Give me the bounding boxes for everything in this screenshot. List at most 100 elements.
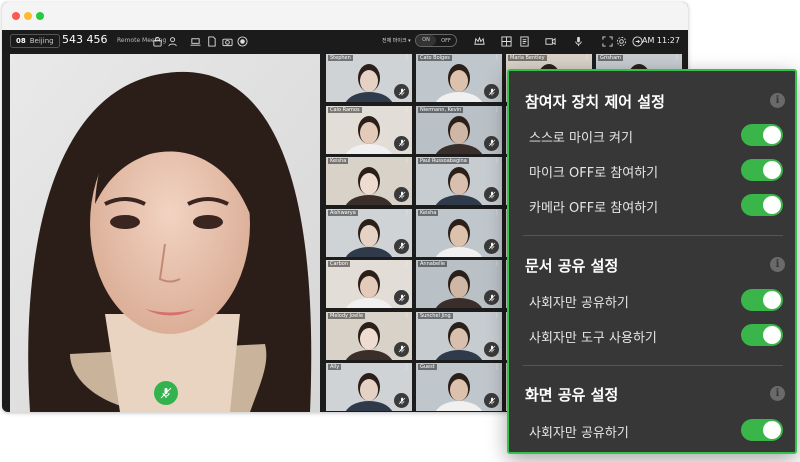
maximize-window-button[interactable] (36, 12, 44, 20)
more-options-icon[interactable]: ⋮ (494, 106, 500, 113)
more-options-icon[interactable]: ⋮ (404, 54, 410, 61)
more-options-icon[interactable]: ⋮ (404, 157, 410, 164)
section-title-device-control: 참여자 장치 제어 설정 (525, 93, 665, 111)
participant-tile[interactable]: Niermann, Kevin ⋮ (416, 105, 502, 154)
toggle-knob (763, 421, 781, 439)
participant-tile[interactable]: Stephen ⋮ (326, 54, 412, 102)
more-options-icon[interactable]: ⋮ (494, 209, 500, 216)
section-title-document-share: 문서 공유 설정 (525, 257, 619, 275)
mic-muted-icon[interactable] (394, 238, 409, 254)
mic-muted-icon[interactable] (394, 341, 409, 357)
camera-icon[interactable] (220, 34, 234, 48)
toggle-host-only-share[interactable] (741, 289, 783, 311)
participant-tile[interactable]: Paul Russoabagina ⋮ (416, 157, 502, 205)
more-options-icon[interactable]: ⋮ (494, 363, 500, 370)
more-options-icon[interactable]: ⋮ (494, 54, 500, 61)
user-lock-icon[interactable] (166, 34, 180, 48)
info-icon[interactable]: i (770, 257, 785, 272)
divider (523, 365, 783, 366)
mic-muted-icon[interactable] (484, 393, 499, 408)
timezone-number: 08 (16, 37, 26, 45)
mic-muted-icon (160, 387, 172, 399)
more-options-icon[interactable]: ⋮ (494, 260, 500, 267)
more-options-icon[interactable]: ⋮ (404, 260, 410, 267)
room-id: 543 456 (62, 33, 108, 46)
toggle-off-option[interactable]: OFF (436, 38, 456, 44)
setting-label-join-mic-off: 마이크 OFF로 참여하기 (529, 166, 659, 181)
setting-label-self-mic-on: 스스로 마이크 켜기 (529, 131, 633, 146)
crown-icon[interactable] (472, 34, 486, 48)
info-icon[interactable]: i (770, 93, 785, 108)
mic-all-dropdown[interactable]: 전체 마이크 ▾ (382, 37, 411, 44)
more-options-icon[interactable]: ⋮ (404, 312, 410, 319)
section-title-screen-share: 화면 공유 설정 (525, 386, 619, 404)
close-window-button[interactable] (12, 12, 20, 20)
participant-tile[interactable]: Keisha ⋮ (416, 208, 502, 257)
record-icon[interactable] (235, 34, 249, 48)
toggle-join-mic-off[interactable] (741, 159, 783, 181)
document-icon[interactable] (204, 34, 218, 48)
mic-muted-icon[interactable] (394, 393, 409, 408)
timezone-city: Beijing (29, 37, 54, 45)
more-options-icon[interactable]: ⋮ (404, 209, 410, 216)
main-speaker-video[interactable] (10, 54, 320, 412)
speaker-mic-button[interactable] (154, 381, 178, 405)
participant-tile[interactable]: Annabelle ⋮ (416, 260, 502, 308)
participant-name: Carbon (328, 261, 351, 267)
mic-muted-icon[interactable] (484, 238, 499, 254)
divider (523, 235, 783, 236)
participant-tile[interactable]: Guest ⋮ (416, 363, 502, 411)
info-icon[interactable]: i (770, 386, 785, 401)
fullscreen-icon[interactable] (600, 34, 614, 48)
mic-muted-icon[interactable] (394, 84, 409, 99)
more-options-icon[interactable]: ⋮ (494, 157, 500, 164)
toggle-join-camera-off[interactable] (741, 194, 783, 216)
toggle-on-option[interactable]: ON (416, 35, 436, 46)
minimize-window-button[interactable] (24, 12, 32, 20)
mic-all-toggle[interactable]: ON OFF (415, 34, 457, 47)
mic-muted-icon[interactable] (484, 187, 499, 202)
participant-name: Guest (418, 364, 437, 370)
mic-muted-icon[interactable] (394, 187, 409, 202)
notes-icon[interactable] (517, 34, 531, 48)
toggle-host-only-screen-share[interactable] (741, 419, 783, 441)
participant-tile[interactable]: Aishwarya ⋮ (326, 208, 412, 257)
toggle-knob (763, 291, 781, 309)
setting-label-host-only-screen-share: 사회자만 공유하기 (529, 426, 629, 441)
mic-muted-icon[interactable] (484, 135, 499, 151)
more-options-icon[interactable]: ⋮ (404, 363, 410, 370)
lock-icon[interactable] (150, 34, 164, 48)
more-options-icon[interactable]: ⋮ (584, 54, 590, 61)
toggle-knob (763, 161, 781, 179)
more-options-icon[interactable]: ⋮ (674, 54, 680, 61)
participant-tile[interactable]: Carbon ⋮ (326, 260, 412, 308)
toggle-knob (763, 126, 781, 144)
participant-name: Sunchel Jing (418, 312, 453, 319)
more-options-icon[interactable]: ⋮ (404, 106, 410, 113)
participant-name: Maria Bentley (508, 55, 547, 61)
mic-muted-icon[interactable] (394, 135, 409, 151)
participant-tile[interactable]: Melody Joelle ⋮ (326, 311, 412, 360)
more-options-icon[interactable]: ⋮ (494, 312, 500, 319)
gear-icon[interactable] (614, 34, 628, 48)
mic-icon[interactable] (571, 34, 585, 48)
mic-muted-icon[interactable] (394, 290, 409, 305)
participant-tile[interactable]: Ally ⋮ (326, 363, 412, 411)
layout-icon[interactable] (499, 34, 513, 48)
mic-muted-icon[interactable] (484, 341, 499, 357)
video-icon[interactable] (543, 34, 557, 48)
participant-tile[interactable]: Cato Bolges ⋮ (416, 54, 502, 102)
mic-muted-icon[interactable] (484, 290, 499, 305)
toggle-self-mic-on[interactable] (741, 124, 783, 146)
participant-tile[interactable]: Caio Ramos ⋮ (326, 105, 412, 154)
toggle-knob (763, 326, 781, 344)
toggle-host-only-tools[interactable] (741, 324, 783, 346)
participant-tile[interactable]: Sunchel Jing ⋮ (416, 311, 502, 360)
participant-name: Keisha (418, 209, 439, 216)
window-titlebar (2, 2, 688, 30)
participant-name: Annabelle (418, 261, 447, 267)
participant-tile[interactable]: Keisha ⋮ (326, 157, 412, 205)
laptop-icon[interactable] (188, 34, 202, 48)
mic-muted-icon[interactable] (484, 84, 499, 99)
participant-name: Paul Russoabagina (418, 158, 469, 164)
